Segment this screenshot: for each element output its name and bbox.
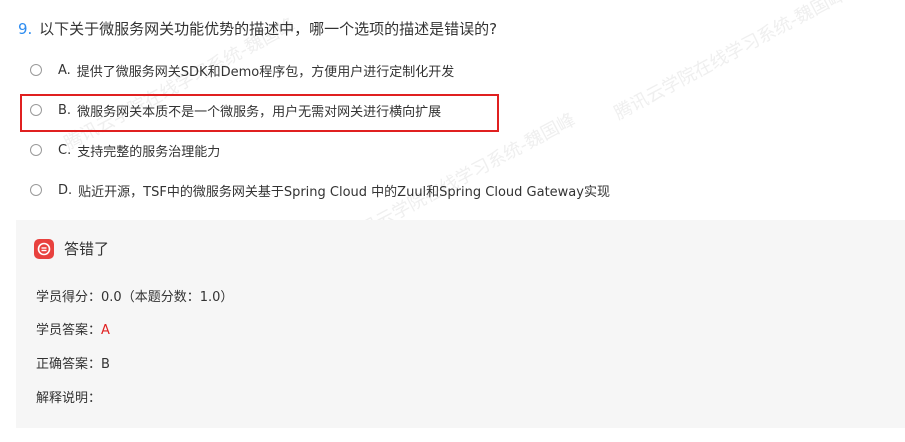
correct-answer-label: 正确答案： <box>36 357 102 372</box>
option-text: 贴近开源，TSF中的微服务网关基于Spring Cloud 中的Zuul和Spr… <box>78 184 610 200</box>
result-header: 答错了 <box>34 238 109 259</box>
explanation-label: 解释说明： <box>36 391 102 406</box>
result-title: 答错了 <box>64 240 110 258</box>
question-title: 9. 以下关于微服务网关功能优势的描述中，哪一个选项的描述是错误的? <box>18 18 497 40</box>
wrong-answer-icon <box>34 238 54 259</box>
option-letter: A. <box>58 62 71 78</box>
explanation-row: 解释说明： <box>36 387 101 406</box>
correct-answer-value: B <box>101 357 110 372</box>
student-answer-label: 学员答案： <box>36 323 102 338</box>
option-text: 支持完整的服务治理能力 <box>77 144 221 160</box>
score-row: 学员得分：0.0（本题分数：1.0） <box>36 286 233 305</box>
radio-button[interactable] <box>30 144 42 156</box>
option-b[interactable]: B. 微服务网关本质不是一个微服务，用户无需对网关进行横向扩展 <box>30 99 441 121</box>
student-answer-row: 学员答案：A <box>36 319 110 338</box>
option-letter: D. <box>58 182 73 198</box>
option-text: 微服务网关本质不是一个微服务，用户无需对网关进行横向扩展 <box>77 104 442 120</box>
correct-answer-row: 正确答案：B <box>36 353 110 372</box>
option-letter: B. <box>58 102 72 118</box>
option-c[interactable]: C. 支持完整的服务治理能力 <box>30 139 220 161</box>
radio-button[interactable] <box>30 184 42 196</box>
result-panel: 答错了 学员得分：0.0（本题分数：1.0） 学员答案：A 正确答案：B 解释说… <box>16 220 905 428</box>
radio-button[interactable] <box>30 104 42 116</box>
option-a[interactable]: A. 提供了微服务网关SDK和Demo程序包，方便用户进行定制化开发 <box>30 59 454 81</box>
radio-button[interactable] <box>30 64 42 76</box>
student-answer-value: A <box>101 323 110 338</box>
watermark: 腾讯云学院在线学习系统-魏国峰 <box>610 0 850 125</box>
score-value: 0.0（本题分数：1.0） <box>101 290 234 305</box>
option-letter: C. <box>58 142 72 158</box>
question-text: 以下关于微服务网关功能优势的描述中，哪一个选项的描述是错误的? <box>39 20 498 38</box>
score-label: 学员得分： <box>36 290 102 305</box>
option-text: 提供了微服务网关SDK和Demo程序包，方便用户进行定制化开发 <box>76 64 455 80</box>
question-number: 9. <box>18 20 33 38</box>
option-d[interactable]: D. 贴近开源，TSF中的微服务网关基于Spring Cloud 中的Zuul和… <box>30 179 610 201</box>
